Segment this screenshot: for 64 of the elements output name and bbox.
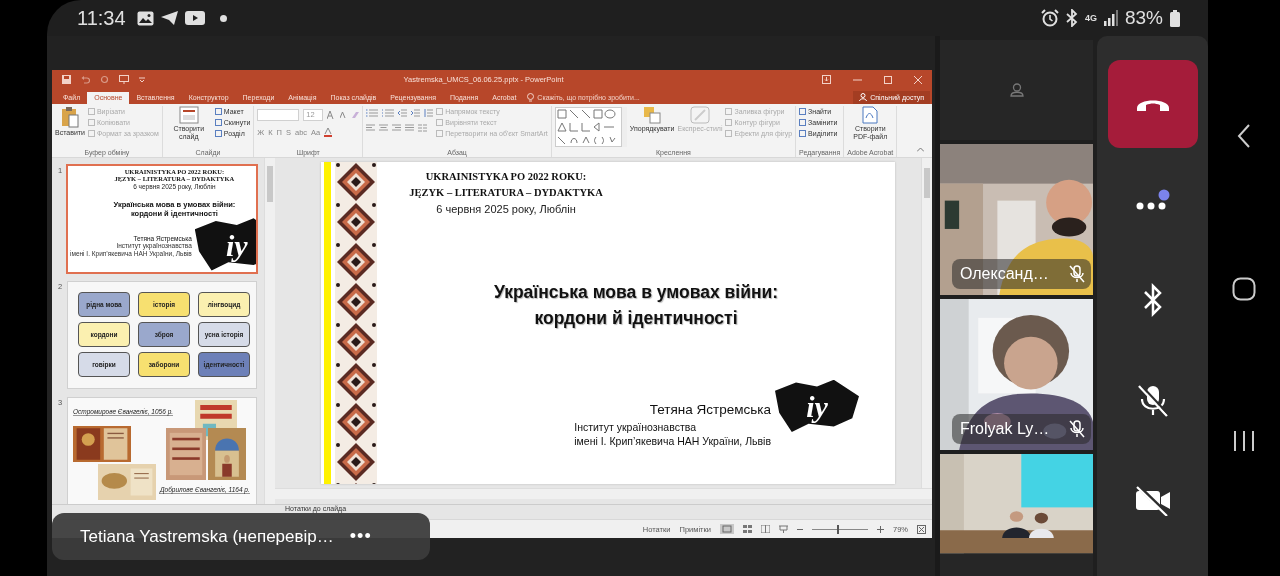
close-icon[interactable] [914,75,922,84]
align-right-icon[interactable] [392,123,402,132]
author-name: Тетяна Ястремська [649,400,771,419]
affiliation: імені І. Крип’якевича НАН України, Львів [574,433,771,448]
increase-indent-icon[interactable] [411,108,421,117]
reading-view-icon[interactable] [761,525,770,533]
end-call-button[interactable] [1107,60,1198,148]
bluetooth-icon [1065,9,1078,27]
scrollbar[interactable] [921,157,932,489]
gallery-icon [136,10,154,26]
maximize-icon[interactable] [884,75,892,84]
slideshow-icon[interactable] [779,525,788,533]
signal-icon [1103,10,1118,26]
save-icon[interactable] [62,75,71,85]
institute-logo: iy [194,218,256,272]
participant-tile[interactable] [940,40,1093,140]
notification-dot-icon [219,14,227,22]
zoom-in-icon[interactable] [877,525,884,533]
slide-title: кордони й ідентичності [534,306,738,330]
slide-sorter-icon[interactable] [743,525,752,533]
more-options-button[interactable]: ••• [349,526,372,547]
participant-name: Frolyak Ly… [960,420,1051,438]
scrollbar[interactable] [264,157,275,505]
lightbulb-icon [527,92,535,102]
home-icon[interactable] [1232,277,1256,301]
align-center-icon[interactable] [379,123,389,132]
person-icon [859,93,868,102]
normal-view-icon[interactable] [720,524,734,534]
justify-icon[interactable] [405,123,415,132]
conference-title: UKRAINISTYKA PO 2022 ROKU: [425,169,587,184]
battery-percent: 83% [1124,7,1163,29]
presenter-name: Tetiana Yastremska (неперевір… [80,526,334,547]
collapse-icon[interactable] [917,146,924,152]
battery-icon [1170,9,1180,27]
align-left-icon[interactable] [366,123,376,132]
affiliation: Інститут українознавства [574,419,696,434]
font-color-icon[interactable] [324,127,333,137]
slide-thumbnail[interactable] [68,165,256,272]
ribbon-options-icon[interactable] [822,75,831,85]
more-icon [1135,189,1170,211]
play-icon [184,11,205,25]
network-type: 4G [1084,13,1097,23]
participant-name: Олександ… [960,265,1050,283]
undo-icon[interactable] [81,75,90,85]
font-name-field[interactable] [257,108,300,121]
conference-date: 6 червня 2025 року, Люблін [436,201,576,217]
redo-icon[interactable] [100,75,109,85]
conference-title: JĘZYK – LITERATURA – DYDAKTYKA [409,185,603,200]
decrease-indent-icon[interactable] [398,108,408,117]
person-icon [1009,83,1024,97]
shrink-font-icon[interactable] [340,111,348,119]
presentation-icon[interactable] [119,75,129,85]
alarm-icon [1040,9,1059,27]
horizontal-scrollbar[interactable] [275,488,932,500]
bluetooth-icon [1142,283,1163,317]
send-icon [160,11,178,25]
mic-off-icon [1135,383,1170,417]
recent-apps-icon[interactable] [1233,429,1255,452]
back-icon[interactable] [1237,124,1251,149]
camera-off-icon [1133,484,1172,516]
fit-slide-icon[interactable] [917,524,926,534]
customize-icon[interactable] [139,76,145,83]
slide-title: Українська мова в умовах війни: [493,280,779,304]
status-time: 11:34 [77,6,126,30]
